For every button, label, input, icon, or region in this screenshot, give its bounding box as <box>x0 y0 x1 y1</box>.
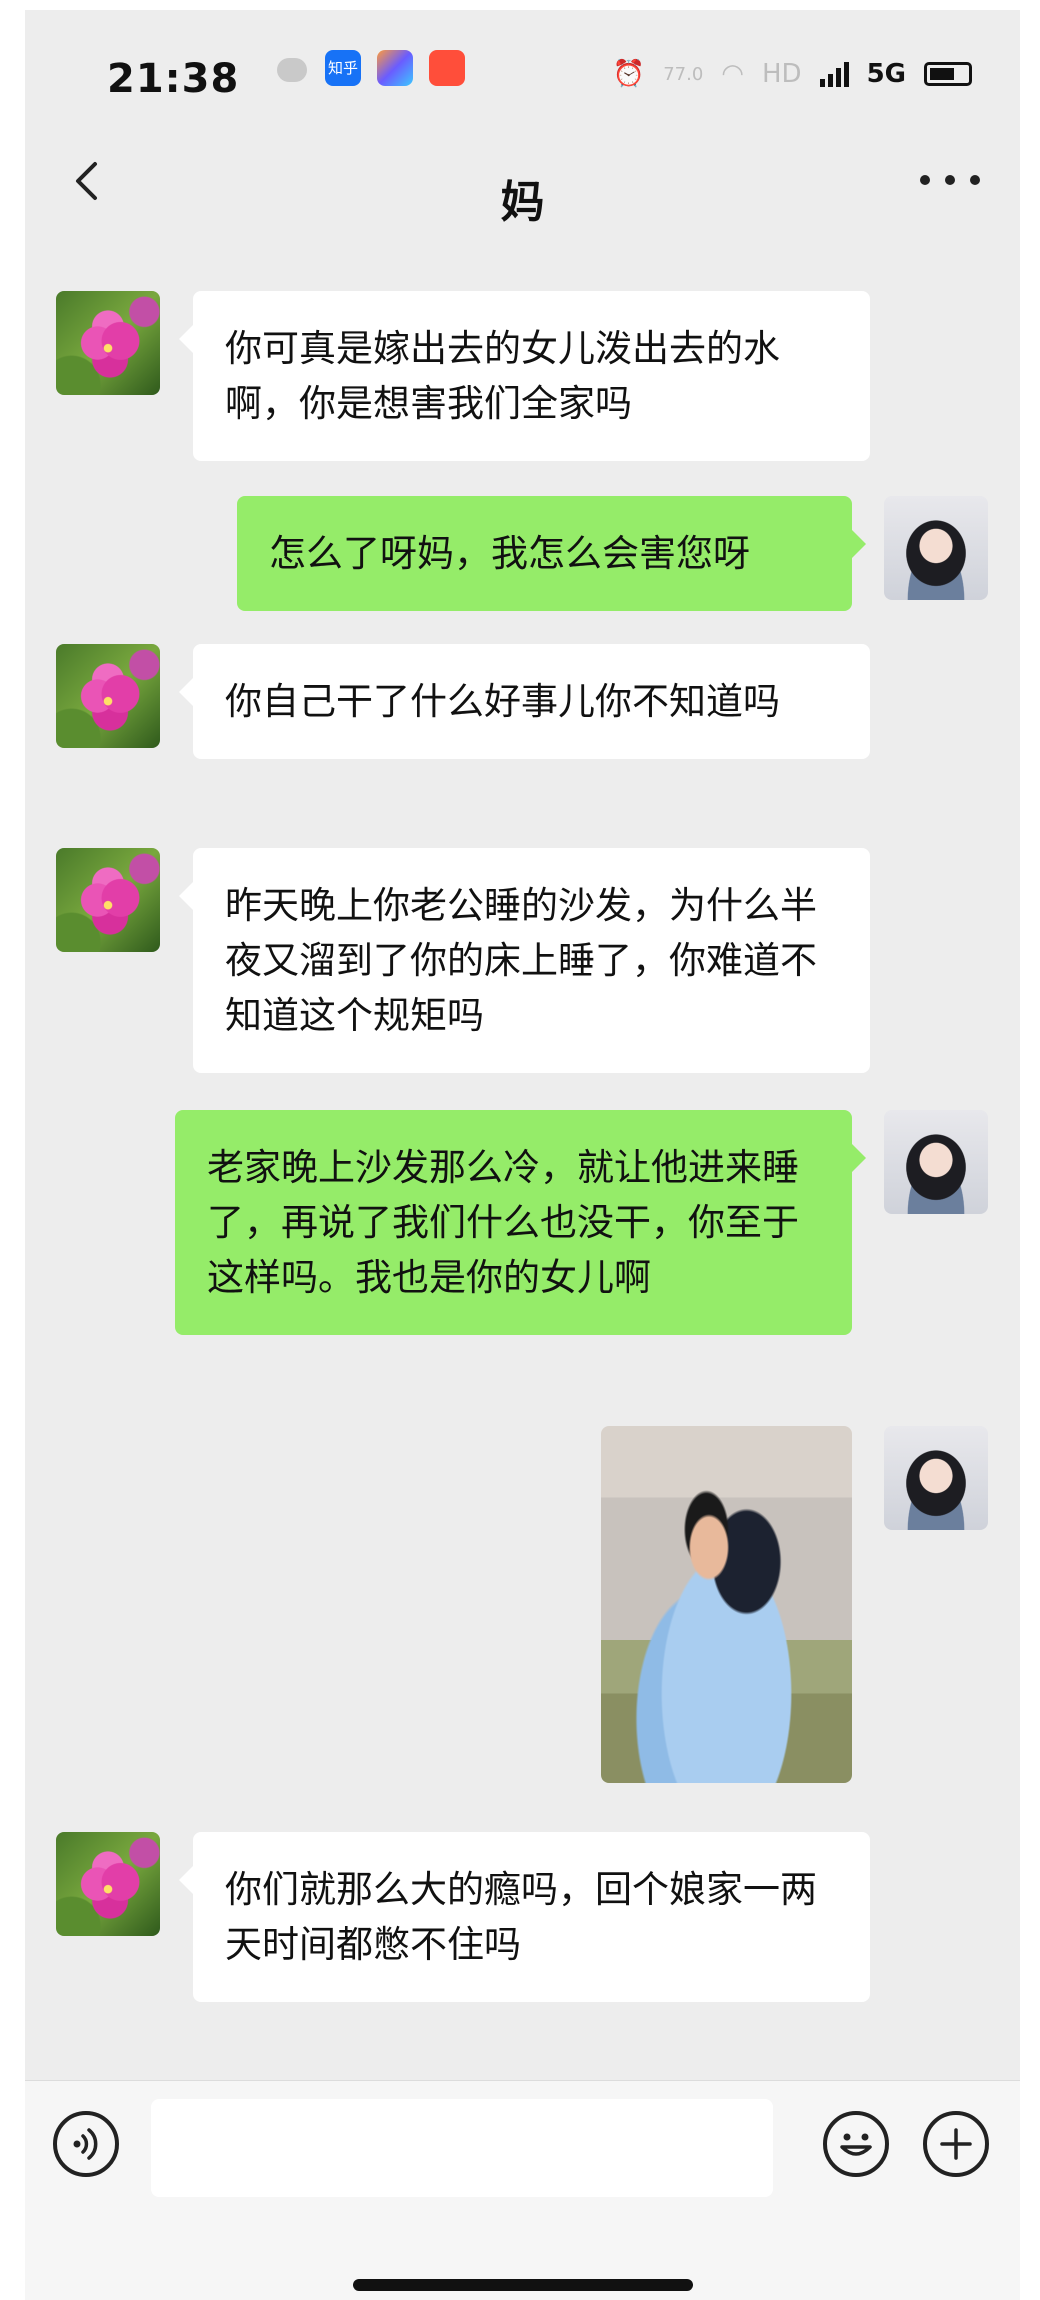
contact-avatar[interactable] <box>56 848 160 952</box>
input-bar <box>25 2080 1020 2300</box>
message-input[interactable] <box>151 2099 773 2197</box>
more-functions-button[interactable] <box>923 2111 989 2177</box>
my-avatar[interactable] <box>884 496 988 600</box>
contact-avatar[interactable] <box>56 644 160 748</box>
chat-title: 妈 <box>500 177 545 228</box>
hd-label: HD <box>761 59 802 89</box>
status-bar: 21:38 知乎 ⏰ 77.0 ◠ HD 5G <box>25 10 1020 130</box>
alarm-icon: ⏰ <box>612 59 646 89</box>
my-avatar[interactable] <box>884 1426 988 1530</box>
contact-avatar[interactable] <box>56 1832 160 1936</box>
status-time: 21:38 <box>107 56 240 102</box>
my-avatar[interactable] <box>884 1110 988 1214</box>
contact-avatar[interactable] <box>56 291 160 395</box>
message-bubble-outgoing[interactable]: 怎么了呀妈，我怎么会害您呀 <box>237 496 866 611</box>
app-notification-icon <box>429 50 465 86</box>
image-message[interactable] <box>601 1426 852 1783</box>
network-type: 5G <box>866 59 906 89</box>
message-bubble-incoming[interactable]: 你们就那么大的瘾吗，回个娘家一两天时间都憋不住吗 <box>179 1832 870 2002</box>
emoji-icon <box>840 2133 872 2156</box>
message-bubble-outgoing[interactable]: 老家晚上沙发那么冷，就让他进来睡了，再说了我们什么也没干，你至于这样吗。我也是你… <box>175 1110 866 1335</box>
voice-input-button[interactable] <box>53 2111 119 2177</box>
plus-icon <box>940 2128 972 2160</box>
more-options-icon[interactable] <box>920 160 980 200</box>
home-indicator[interactable] <box>353 2279 693 2291</box>
signal-icon <box>819 61 849 87</box>
battery-icon <box>924 62 972 86</box>
message-bubble-incoming[interactable]: 你可真是嫁出去的女儿泼出去的水啊，你是想害我们全家吗 <box>179 291 870 461</box>
emoji-button[interactable] <box>823 2111 889 2177</box>
chat-screen: 21:38 知乎 ⏰ 77.0 ◠ HD 5G 妈 你可真是嫁出去的女儿泼出去的… <box>25 10 1020 2300</box>
message-bubble-incoming[interactable]: 你自己干了什么好事儿你不知道吗 <box>179 644 870 759</box>
status-indicators: ⏰ 77.0 ◠ HD 5G <box>613 54 972 94</box>
message-bubble-incoming[interactable]: 昨天晚上你老公睡的沙发，为什么半夜又溜到了你的床上睡了，你难道不知道这个规矩吗 <box>179 848 870 1073</box>
network-speed: 77.0 <box>663 63 704 85</box>
wifi-icon: ◠ <box>721 59 744 89</box>
zhihu-app-icon: 知乎 <box>325 50 361 86</box>
voice-icon <box>73 2128 98 2160</box>
app-notification-icon <box>377 50 413 86</box>
chat-header: 妈 <box>25 130 1020 240</box>
wechat-notification-icon <box>277 58 307 82</box>
